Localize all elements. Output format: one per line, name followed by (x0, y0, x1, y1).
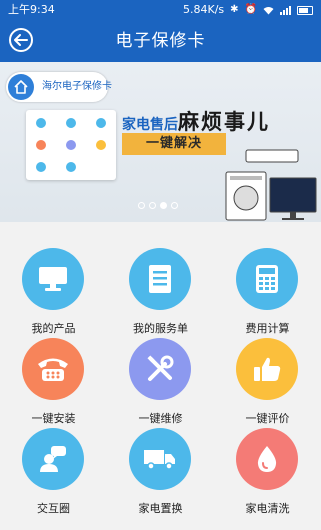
water-drop-icon (236, 428, 298, 490)
alarm-icon: ⏰ (244, 4, 257, 15)
grid-item-fee-calculation[interactable]: 费用计算 (214, 240, 321, 335)
grid-item-label: 交互圈 (37, 502, 70, 515)
status-bar: 上午9:34 5.84K/s ✱ ⏰ (0, 0, 321, 20)
brand-badge-label: 海尔电子保修卡 (42, 81, 112, 92)
app-preview-image (26, 110, 116, 180)
calculator-icon (236, 248, 298, 310)
grid-item-label: 家电置换 (138, 502, 183, 515)
status-time: 上午9:34 (8, 3, 55, 16)
title-bar: 电子保修卡 (0, 20, 321, 62)
battery-icon (297, 5, 313, 15)
wifi-icon (263, 6, 274, 14)
banner-headline: 家电售后麻烦事儿 (122, 106, 270, 136)
brand-badge: 海尔电子保修卡 (6, 72, 112, 102)
banner-subheadline: 一键解决 (122, 133, 226, 155)
grid-item-one-click-repair[interactable]: 一键维修 (107, 330, 214, 425)
carousel-dots[interactable] (138, 202, 178, 209)
home-icon (8, 74, 34, 100)
grid-item-appliance-replacement[interactable]: 家电置换 (107, 420, 214, 515)
page-title: 电子保修卡 (115, 31, 206, 51)
carousel-dot[interactable] (171, 202, 178, 209)
banner-headline-part2: 麻烦事儿 (178, 110, 270, 134)
tools-icon (129, 338, 191, 400)
grid-item-label: 家电清洗 (245, 502, 290, 515)
carousel-dot[interactable] (149, 202, 156, 209)
telephone-icon (22, 338, 84, 400)
carousel-dot-active[interactable] (160, 202, 167, 209)
banner-headline-part1: 家电售后 (122, 117, 178, 133)
network-speed: 5.84K/s (183, 3, 225, 16)
monitor-icon (22, 248, 84, 310)
appliances-image (225, 149, 317, 221)
status-icons: 5.84K/s ✱ ⏰ (183, 0, 313, 20)
document-icon (129, 248, 191, 310)
grid-item-one-click-install[interactable]: 一键安装 (0, 330, 107, 425)
grid-item-appliance-cleaning[interactable]: 家电清洗 (214, 420, 321, 515)
grid-item-my-service-orders[interactable]: 我的服务单 (107, 240, 214, 335)
grid-item-one-click-review[interactable]: 一键评价 (214, 330, 321, 425)
thumbs-up-icon (236, 338, 298, 400)
truck-icon (129, 428, 191, 490)
chat-user-icon (22, 428, 84, 490)
promo-banner[interactable]: 海尔电子保修卡 家电售后麻烦事儿 一键解决 (0, 62, 321, 222)
bluetooth-icon: ✱ (230, 4, 239, 15)
grid-item-interaction-circle[interactable]: 交互圈 (0, 420, 107, 515)
signal-icon (280, 5, 291, 15)
carousel-dot[interactable] (138, 202, 145, 209)
grid-item-my-products[interactable]: 我的产品 (0, 240, 107, 335)
